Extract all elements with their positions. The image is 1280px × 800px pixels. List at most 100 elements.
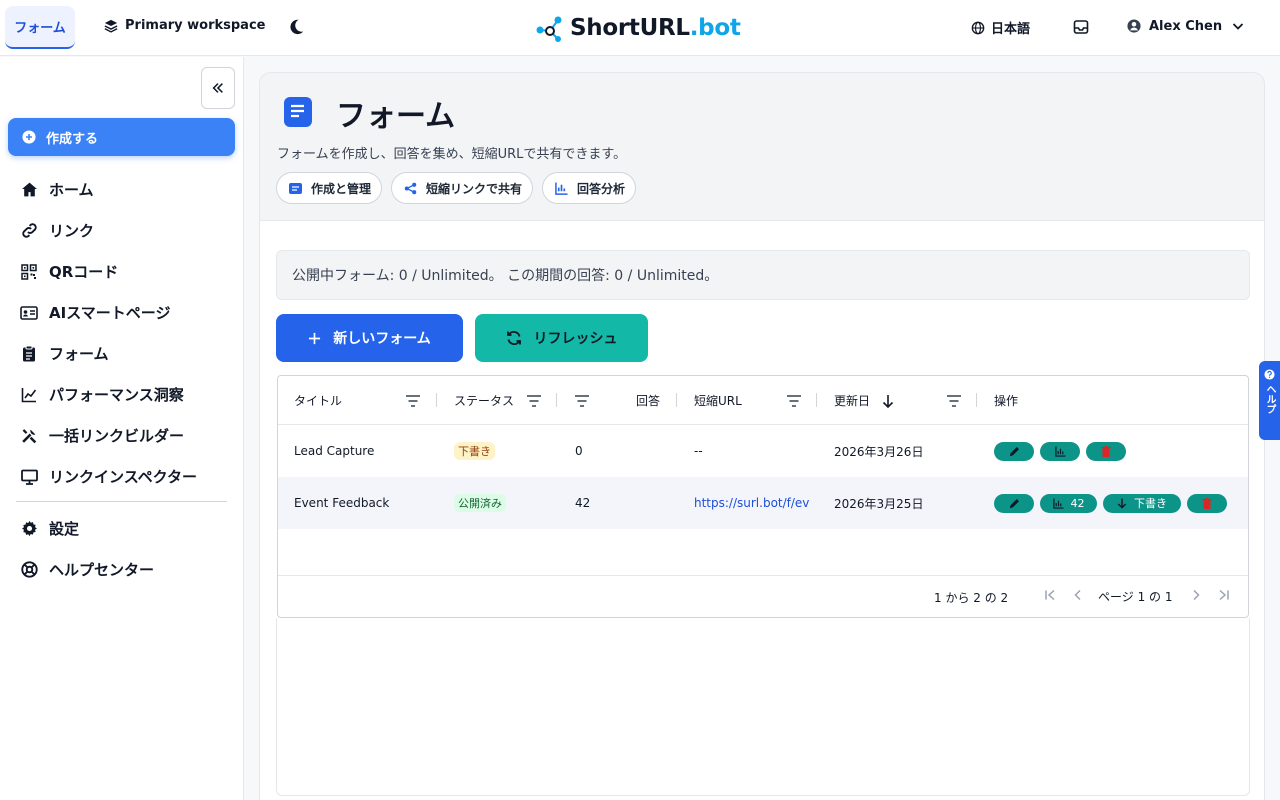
layers-icon xyxy=(104,19,118,33)
refresh-icon xyxy=(506,330,522,346)
column-header-responses[interactable]: 回答 xyxy=(636,376,660,425)
bar-chart-icon xyxy=(1052,497,1064,509)
language-selector[interactable]: 日本語 xyxy=(971,18,1030,37)
help-tab[interactable]: ヘルプ xyxy=(1259,361,1280,440)
sidebar-nav: ホーム リンク QRコード AIスマートページ フォーム パフォーマンス洞察 一… xyxy=(20,169,230,497)
next-page-icon[interactable] xyxy=(1190,589,1202,601)
cell-short-url-link[interactable]: https://surl.bot/f/ev xyxy=(694,477,818,529)
cell-title: Event Feedback xyxy=(294,496,390,510)
moon-icon[interactable] xyxy=(287,18,305,36)
chart-line-icon xyxy=(20,386,38,404)
id-card-icon xyxy=(20,304,38,322)
lifebuoy-icon xyxy=(20,561,38,579)
monitor-icon xyxy=(20,468,38,486)
chip-label: 短縮リンクで共有 xyxy=(426,181,523,196)
previous-page-icon[interactable] xyxy=(1072,589,1084,601)
sidebar-item-link-inspector[interactable]: リンクインスペクター xyxy=(20,456,230,497)
table-row[interactable]: Lead Capture 下書き 0 -- 2026年3月26日 xyxy=(278,425,1248,477)
page-indicator: ページ 1 の 1 xyxy=(1098,590,1173,604)
feature-chips: 作成と管理 短縮リンクで共有 回答分析 xyxy=(276,172,637,204)
new-form-button[interactable]: 新しいフォーム xyxy=(276,314,463,362)
row-range: 1 から 2 の 2 xyxy=(934,591,1009,605)
cell-responses: 0 xyxy=(575,444,583,458)
logo-network-icon xyxy=(536,14,564,42)
chip-share-short-link[interactable]: 短縮リンクで共有 xyxy=(391,172,534,204)
new-form-label: 新しいフォーム xyxy=(333,331,431,347)
chip-response-analytics[interactable]: 回答分析 xyxy=(542,172,637,204)
workspace-name: Primary workspace xyxy=(125,18,266,33)
last-page-icon[interactable] xyxy=(1218,589,1230,601)
status-badge: 下書き xyxy=(454,442,495,460)
help-tab-label: ヘルプ xyxy=(1264,384,1275,414)
sidebar-divider xyxy=(16,501,227,502)
column-separator[interactable] xyxy=(556,393,557,407)
share-icon xyxy=(404,182,417,195)
home-icon xyxy=(20,181,38,199)
sidebar-item-label: ホーム xyxy=(49,181,94,199)
table-row[interactable]: Event Feedback 公開済み 42 https://surl.bot/… xyxy=(278,477,1248,529)
column-separator[interactable] xyxy=(976,393,977,407)
first-page-icon[interactable] xyxy=(1044,589,1056,601)
column-header-title[interactable]: タイトル xyxy=(294,376,342,425)
globe-icon xyxy=(971,21,985,35)
filter-icon[interactable] xyxy=(787,376,801,425)
column-separator[interactable] xyxy=(676,393,677,407)
unpublish-button[interactable]: 下書き xyxy=(1103,493,1181,513)
bar-chart-icon xyxy=(555,181,568,195)
delete-button[interactable] xyxy=(1187,493,1227,513)
logo-text: ShortURL.bot xyxy=(570,15,741,41)
edit-button[interactable] xyxy=(994,441,1034,461)
unpublish-label: 下書き xyxy=(1134,497,1167,510)
column-header-status[interactable]: ステータス xyxy=(454,376,514,425)
column-header-short-url[interactable]: 短縮URL xyxy=(694,376,742,425)
results-button[interactable] xyxy=(1040,441,1080,461)
filter-icon[interactable] xyxy=(527,376,541,425)
double-chevron-left-icon xyxy=(211,81,225,95)
chip-create-manage[interactable]: 作成と管理 xyxy=(276,172,383,204)
column-header-updated[interactable]: 更新日 xyxy=(834,376,870,425)
sidebar-item-links[interactable]: リンク xyxy=(20,210,230,251)
sidebar-item-settings[interactable]: 設定 xyxy=(20,508,230,549)
inbox-icon[interactable] xyxy=(1073,19,1089,35)
sidebar-item-label: AIスマートページ xyxy=(49,304,171,322)
column-separator[interactable] xyxy=(816,393,817,407)
user-name: Alex Chen xyxy=(1149,18,1223,34)
sidebar-nav-secondary: 設定 ヘルプセンター xyxy=(20,508,230,590)
sidebar-item-bulk-link-builder[interactable]: 一括リンクビルダー xyxy=(20,415,230,456)
cell-updated: 2026年3月26日 xyxy=(834,444,924,459)
sidebar: 作成する ホーム リンク QRコード AIスマートページ フォーム パフォーマン… xyxy=(0,57,244,800)
sidebar-item-performance-insights[interactable]: パフォーマンス洞察 xyxy=(20,374,230,415)
table-empty-area xyxy=(276,618,1250,796)
sidebar-item-forms[interactable]: フォーム xyxy=(20,333,230,374)
column-header-actions: 操作 xyxy=(994,394,1019,408)
sort-descending-icon[interactable] xyxy=(882,376,894,425)
delete-button[interactable] xyxy=(1086,441,1126,461)
sidebar-item-label: QRコード xyxy=(49,263,119,281)
clipboard-icon xyxy=(20,345,38,363)
edit-button[interactable] xyxy=(994,493,1034,513)
top-bar: フォーム Primary workspace ShortURL.bot 日本語 … xyxy=(0,0,1280,56)
chip-label: 作成と管理 xyxy=(311,181,372,196)
sidebar-item-help-center[interactable]: ヘルプセンター xyxy=(20,549,230,590)
cell-short-url: -- xyxy=(694,444,703,458)
logo-main: ShortURL xyxy=(570,15,690,41)
sidebar-item-qr-codes[interactable]: QRコード xyxy=(20,251,230,292)
pencil-icon xyxy=(1009,446,1020,457)
tools-icon xyxy=(20,427,38,445)
user-menu[interactable]: Alex Chen xyxy=(1127,18,1246,34)
filter-icon[interactable] xyxy=(947,376,961,425)
results-button[interactable]: 42 xyxy=(1040,493,1097,513)
filter-icon[interactable] xyxy=(406,376,420,425)
refresh-button[interactable]: リフレッシュ xyxy=(475,314,648,362)
sidebar-item-home[interactable]: ホーム xyxy=(20,169,230,210)
create-button[interactable]: 作成する xyxy=(8,118,235,156)
filter-icon[interactable] xyxy=(575,376,589,425)
plus-circle-icon xyxy=(22,130,36,144)
column-separator[interactable] xyxy=(436,393,437,407)
cell-updated: 2026年3月25日 xyxy=(834,496,924,511)
sidebar-item-ai-smart-pages[interactable]: AIスマートページ xyxy=(20,292,230,333)
tab-forms[interactable]: フォーム xyxy=(5,6,75,49)
logo[interactable]: ShortURL.bot xyxy=(536,14,741,42)
collapse-sidebar-button[interactable] xyxy=(201,67,235,109)
workspace-switcher[interactable]: Primary workspace xyxy=(104,18,265,33)
